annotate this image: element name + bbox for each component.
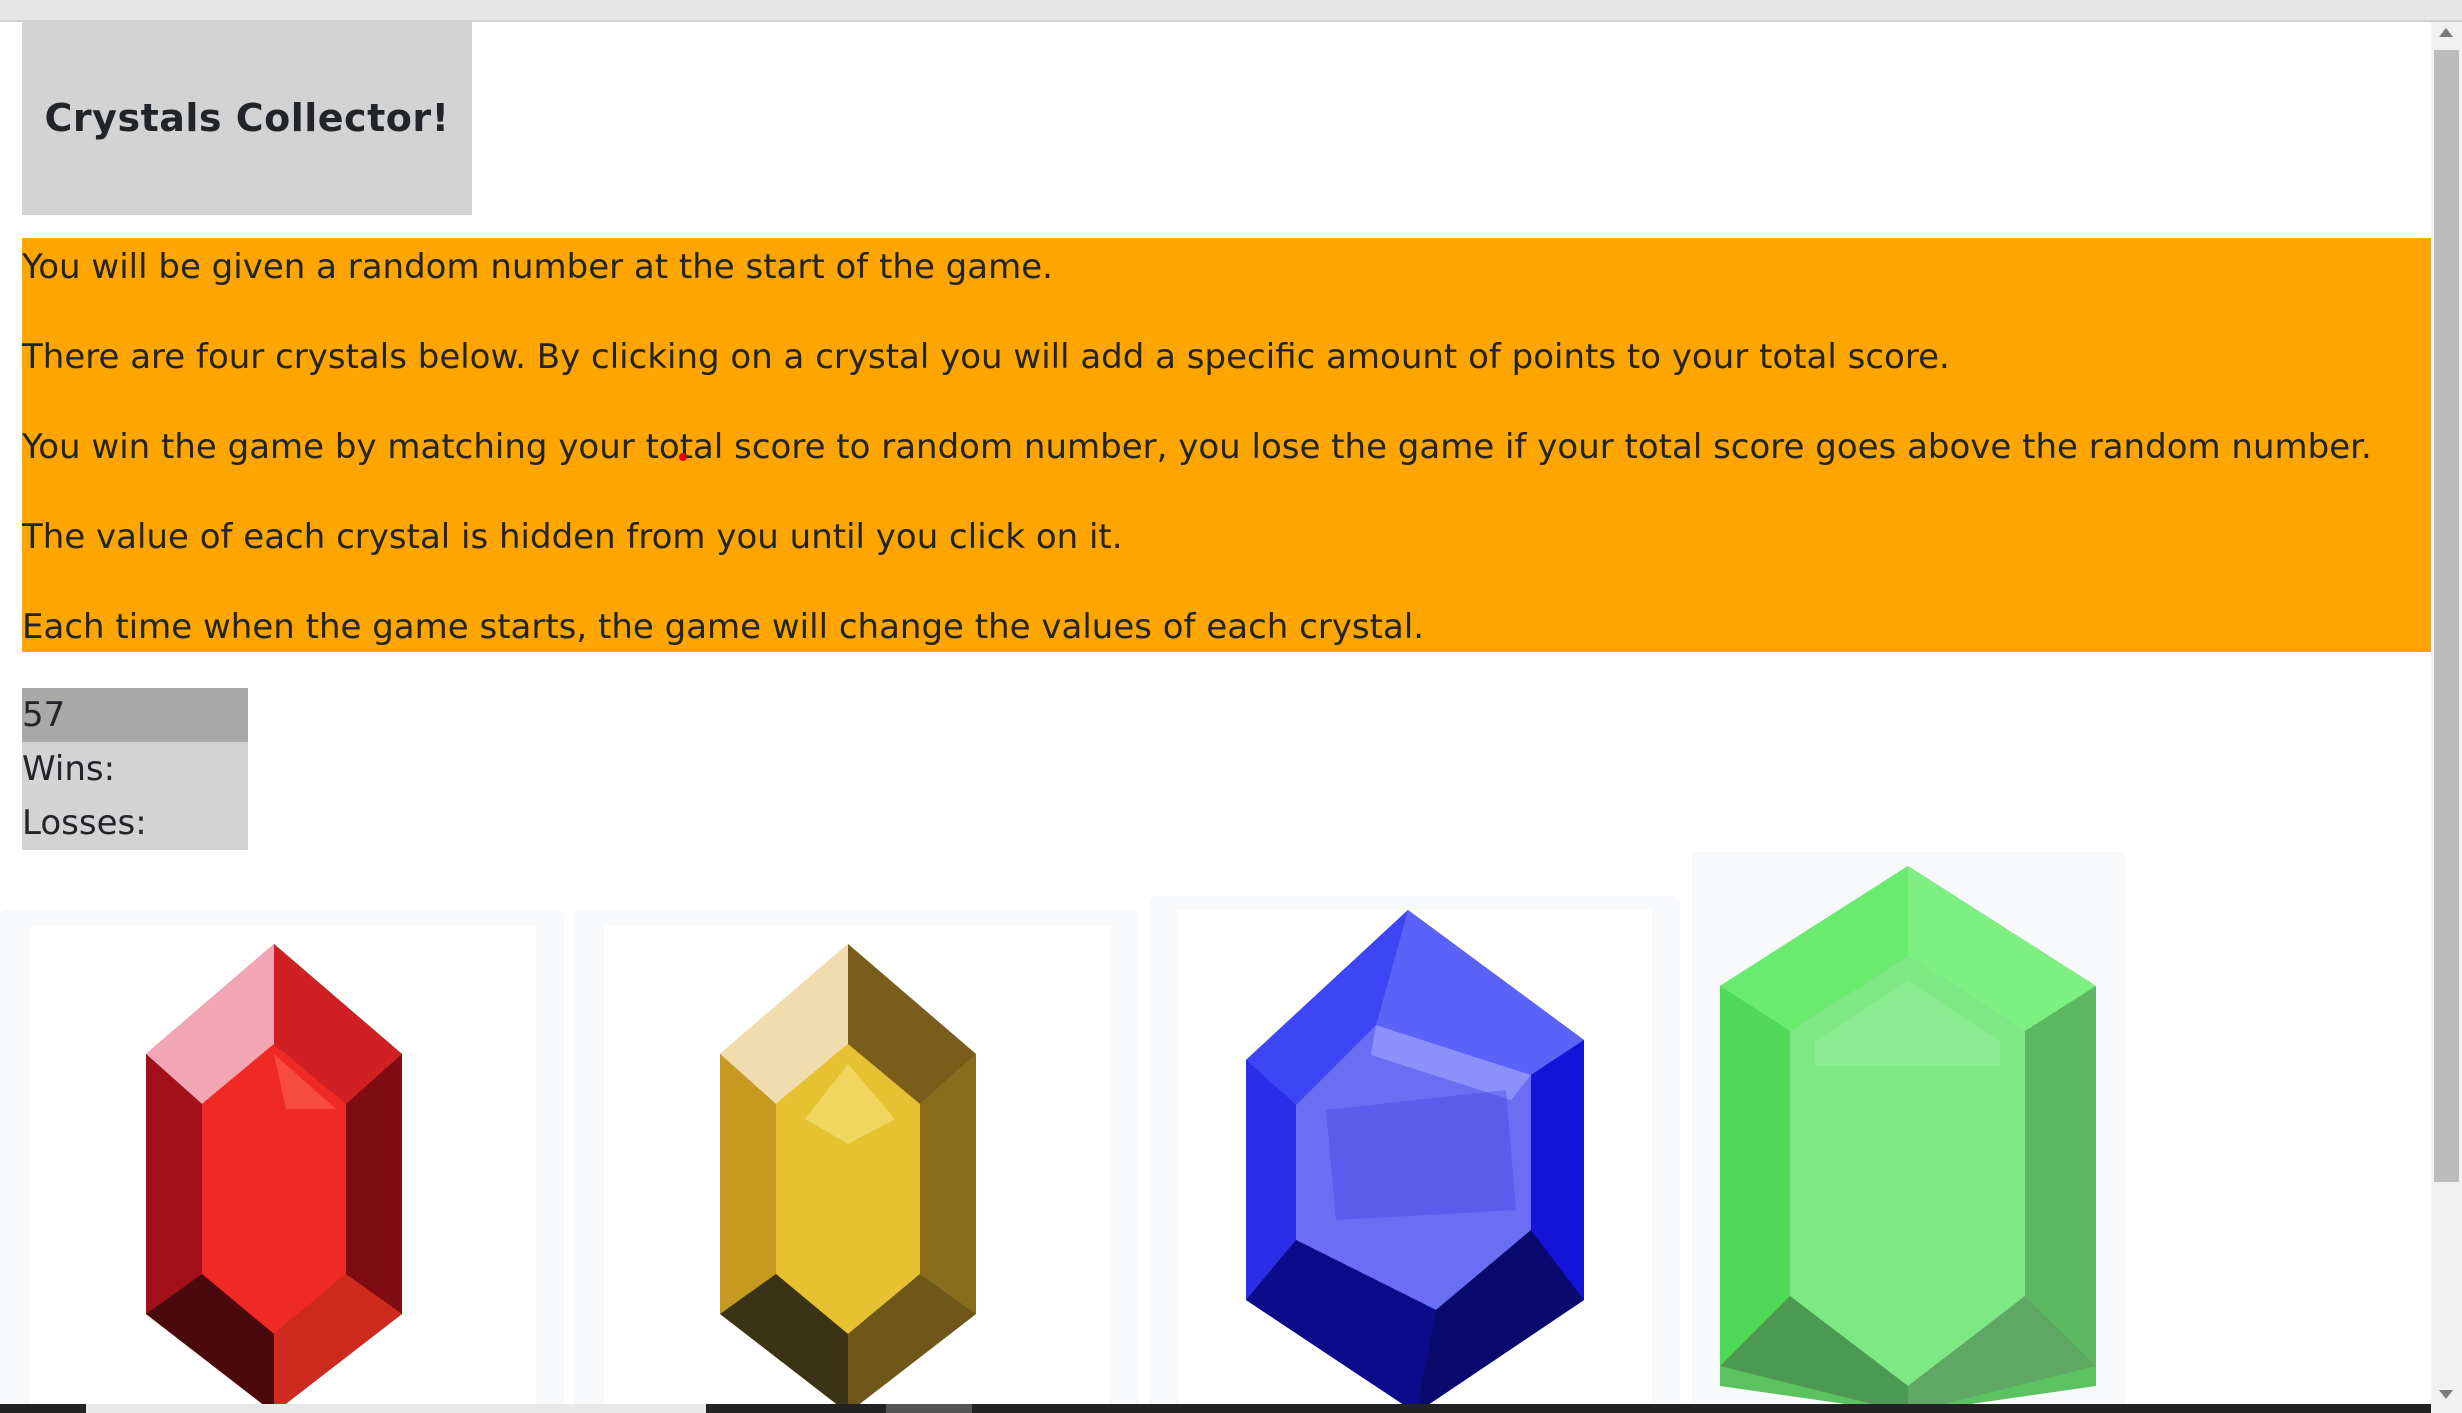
instruction-line: You will be given a random number at the…: [22, 247, 1053, 287]
gold-crystal[interactable]: [720, 944, 976, 1413]
blue-crystal[interactable]: [1246, 910, 1584, 1413]
instruction-line: You win the game by matching your total …: [22, 427, 2372, 467]
scrollbar-thumb[interactable]: [2434, 50, 2459, 1182]
instruction-line: Each time when the game starts, the game…: [22, 607, 1425, 647]
cursor-dot: [679, 453, 687, 461]
instruction-line: The value of each crystal is hidden from…: [22, 517, 1123, 557]
scroll-down-icon[interactable]: [2439, 1390, 2453, 1399]
crystal-card-blue: [1150, 896, 1680, 1413]
instructions-panel: You will be given a random number at the…: [22, 238, 2431, 652]
vertical-scrollbar[interactable]: [2431, 22, 2462, 1413]
title-box: Crystals Collector!: [22, 20, 472, 215]
crystal-card-green: [1692, 852, 2126, 1413]
taskbar-segment: [886, 1404, 972, 1413]
taskbar-segment: [86, 1404, 706, 1413]
green-crystal[interactable]: [1720, 866, 2096, 1413]
red-crystal[interactable]: [146, 944, 402, 1413]
target-number: 57: [22, 688, 248, 742]
score-panel: 57 Wins: Losses:: [22, 688, 248, 850]
page-title: Crystals Collector!: [44, 95, 450, 140]
instruction-line: There are four crystals below. By clicki…: [22, 337, 1950, 377]
scroll-up-icon[interactable]: [2439, 28, 2453, 37]
crystal-card-red: [0, 910, 564, 1413]
browser-top-bar: [0, 0, 2462, 22]
wins-label: Wins:: [22, 749, 116, 789]
crystal-card-gold: [574, 910, 1138, 1413]
losses-label: Losses:: [22, 803, 147, 843]
taskbar: [0, 1404, 2431, 1413]
